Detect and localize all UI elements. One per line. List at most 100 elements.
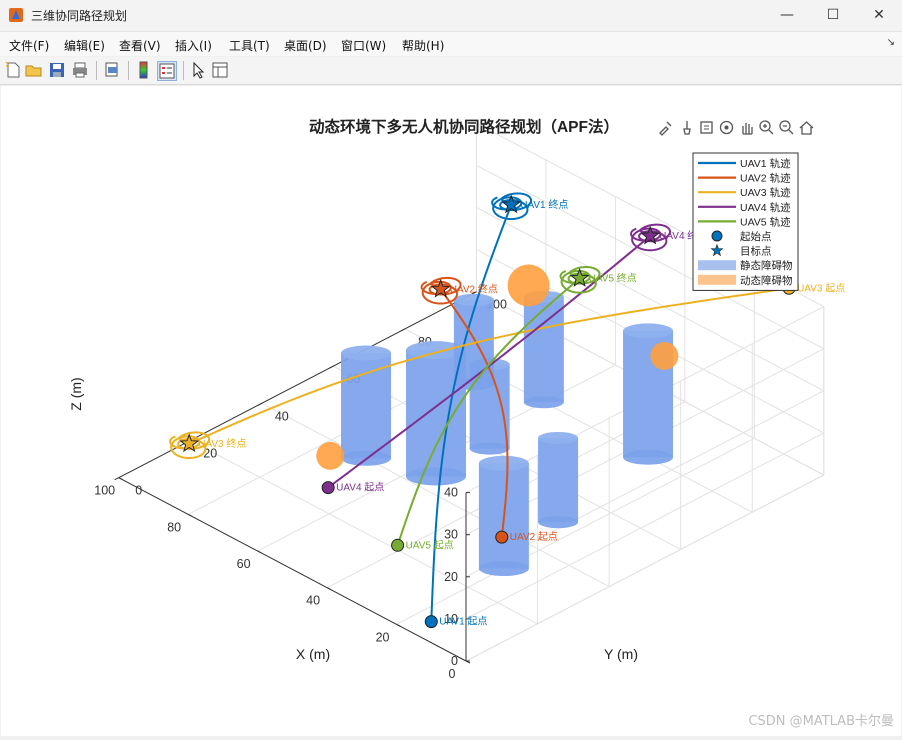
- legend-label: UAV3 轨迹: [740, 186, 791, 199]
- z-tick-label: 40: [444, 486, 458, 500]
- dynamic-obstacle: [650, 341, 679, 370]
- menu-edit[interactable]: 编辑(E): [64, 37, 105, 54]
- toolbar-separator: [183, 61, 184, 80]
- legend-label: 起始点: [740, 230, 772, 243]
- x-tick-label: 20: [376, 630, 390, 644]
- obstacle-base: [523, 396, 564, 409]
- menu-dock-arrow-icon[interactable]: ↘: [887, 37, 895, 48]
- pan-icon[interactable]: [738, 119, 755, 136]
- maximize-button[interactable]: ☐: [810, 0, 856, 31]
- legend-label: UAV5 轨迹: [740, 215, 791, 228]
- menu-desktop[interactable]: 桌面(D): [284, 37, 327, 54]
- obstacle-top: [453, 293, 494, 306]
- x-tick: [396, 623, 401, 627]
- x-tick: [257, 550, 262, 554]
- obstacle-base: [469, 442, 510, 455]
- x-tick-label: 0: [449, 667, 456, 681]
- x-tick-label: 80: [167, 520, 181, 534]
- print-preview-icon[interactable]: [103, 61, 121, 79]
- obstacle-top: [478, 455, 529, 471]
- start-label: UAV2 起点: [510, 531, 558, 543]
- x-tick-label: 60: [237, 557, 251, 571]
- start-label: UAV3 起点: [797, 282, 845, 294]
- obstacle-body: [538, 437, 579, 523]
- watermark: CSDN @MATLAB卡尔曼: [748, 714, 894, 729]
- legend-label: UAV1 轨迹: [740, 157, 791, 170]
- legend[interactable]: UAV1 轨迹 UAV2 轨迹UAV3 轨迹 UAV4 轨迹UAV5 轨迹起始点目标…: [692, 152, 799, 291]
- home-icon[interactable]: [798, 119, 815, 136]
- brush-icon[interactable]: [657, 119, 674, 136]
- dynamic-obstacle: [507, 264, 550, 307]
- minimize-button[interactable]: —: [764, 0, 810, 31]
- obstacle-top: [623, 323, 674, 339]
- window-title: 三维协同路径规划: [31, 9, 128, 23]
- print-icon[interactable]: [71, 61, 89, 79]
- static-obstacle: [538, 431, 579, 529]
- goal-label: UAV1 终点: [520, 198, 568, 211]
- legend-label: UAV4 轨迹: [740, 201, 791, 214]
- start-label: UAV5 起点: [406, 539, 454, 551]
- menu-insert[interactable]: 插入(I): [175, 37, 212, 54]
- menu-view[interactable]: 查看(V): [119, 37, 161, 54]
- menu-file[interactable]: 文件(F): [9, 37, 49, 54]
- plot-axes[interactable]: 020406080100020406080100010203040 UAV1 起…: [1, 86, 901, 736]
- zoom-out-icon[interactable]: [778, 119, 795, 136]
- x-tick: [326, 587, 332, 591]
- legend-patch-swatch: [698, 274, 736, 285]
- chart-title: 动态环境下多无人机协同路径规划（APF法）: [309, 117, 619, 136]
- x-tick: [187, 513, 193, 517]
- colorbar-icon[interactable]: [135, 61, 153, 79]
- z-tick-label: 0: [451, 654, 458, 668]
- figure-toolbar: [0, 57, 902, 85]
- menu-tools[interactable]: 工具(T): [229, 37, 270, 54]
- x-axis-line: [118, 477, 467, 662]
- legend-label: UAV2 轨迹: [740, 172, 791, 185]
- y-tick: [257, 402, 263, 406]
- toolbar-separator: [128, 61, 129, 80]
- goal-label: UAV5 终点: [589, 271, 637, 284]
- start-marker: [321, 481, 335, 495]
- z-tick-label: 20: [444, 570, 458, 584]
- start-marker: [495, 530, 509, 544]
- obstacle-body: [341, 353, 392, 459]
- property-inspector-icon[interactable]: [211, 61, 229, 79]
- rotate-icon[interactable]: [718, 119, 735, 136]
- data-tips-icon[interactable]: [679, 119, 696, 136]
- x-tick-label: 100: [94, 484, 115, 498]
- y-axis-label: Y (m): [604, 646, 638, 662]
- legend-patch-swatch: [698, 260, 736, 271]
- y-tick: [329, 365, 334, 369]
- open-file-icon[interactable]: [25, 61, 43, 79]
- zoom-in-icon[interactable]: [758, 119, 775, 136]
- menu-help[interactable]: 帮助(H): [402, 37, 444, 54]
- obstacle-base: [623, 449, 674, 465]
- x-tick-label: 40: [306, 594, 320, 608]
- goal-label: UAV3 终点: [198, 437, 246, 450]
- start-marker: [424, 615, 438, 629]
- start-label: UAV1 起点: [439, 616, 487, 628]
- window-titlebar: 三维协同路径规划 — ☐ ✕: [0, 0, 902, 32]
- static-obstacle: [341, 345, 392, 466]
- menu-window[interactable]: 窗口(W): [341, 37, 386, 54]
- obstacle-base: [405, 467, 466, 486]
- obstacle-base: [538, 516, 579, 529]
- new-figure-icon[interactable]: [4, 61, 22, 79]
- legend-icon[interactable]: [157, 61, 177, 81]
- x-tick: [118, 477, 123, 481]
- y-tick-label: 40: [275, 409, 289, 423]
- obstacle-base: [478, 561, 529, 577]
- start-marker: [391, 538, 405, 552]
- x-axis-label: X (m): [296, 646, 330, 662]
- legend-label: 静态障碍物: [740, 259, 793, 272]
- export-icon[interactable]: [698, 119, 715, 136]
- start-label: UAV4 起点: [336, 482, 384, 494]
- save-icon[interactable]: [48, 61, 66, 79]
- obstacle-top: [341, 345, 392, 361]
- legend-label: 动态障碍物: [740, 274, 793, 287]
- pointer-icon[interactable]: [189, 61, 207, 79]
- dynamic-obstacle: [316, 441, 345, 470]
- close-button[interactable]: ✕: [856, 0, 902, 31]
- y-tick: [114, 477, 119, 481]
- legend-circle-swatch: [711, 230, 723, 242]
- toolbar-separator: [96, 61, 97, 80]
